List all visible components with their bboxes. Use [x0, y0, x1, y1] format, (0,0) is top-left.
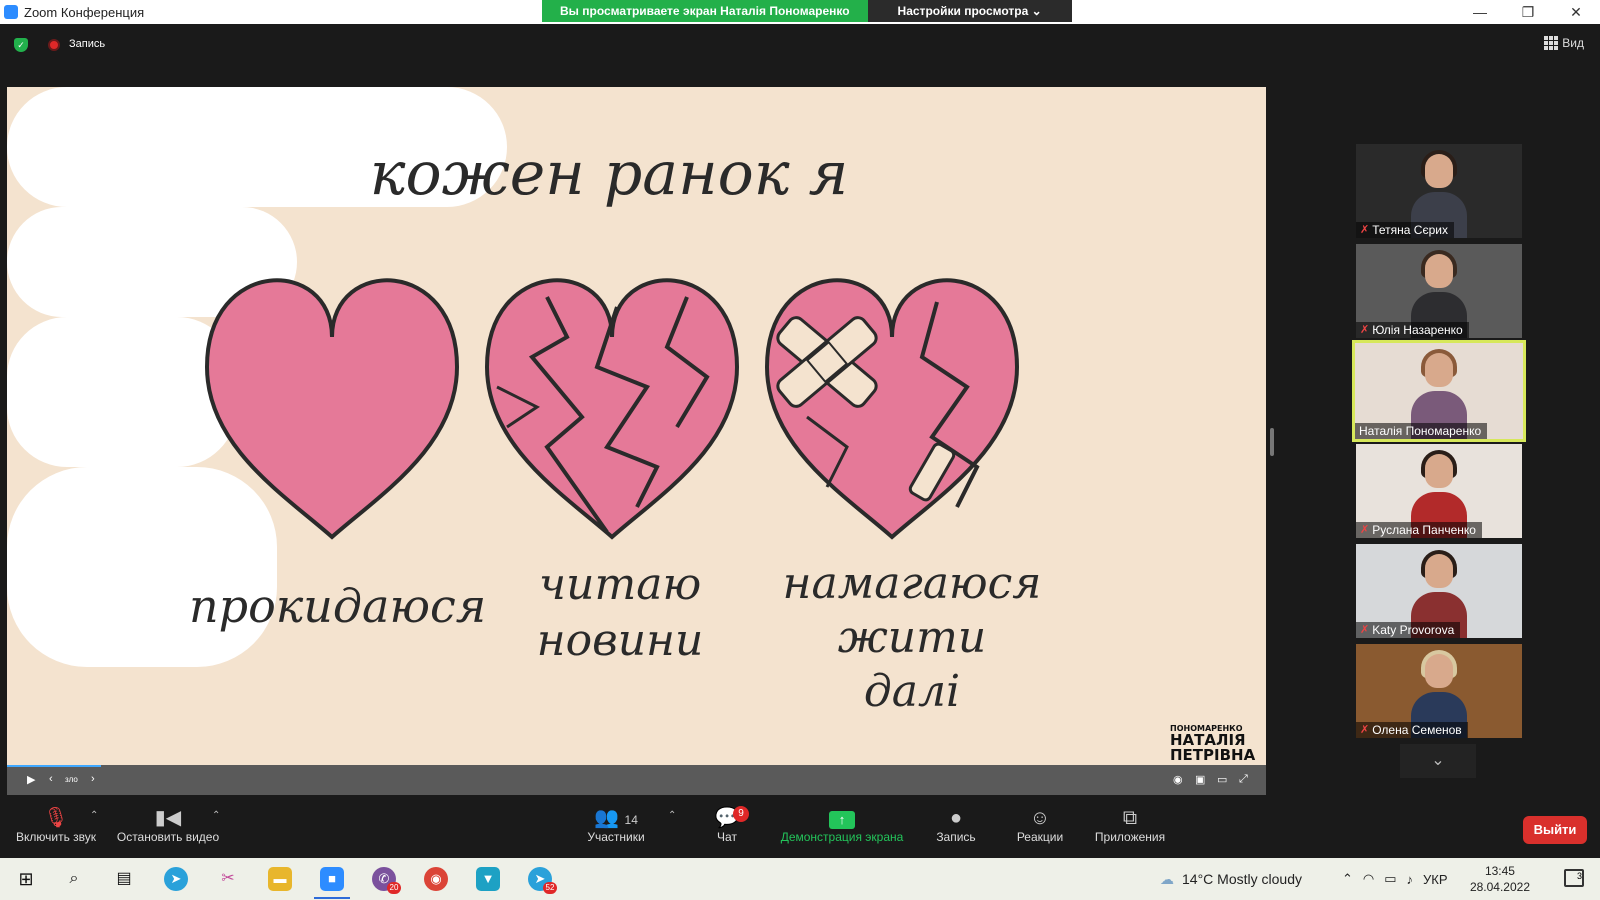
telegram-second-icon[interactable]: ➤ 52 [528, 867, 557, 894]
cloud-icon: ☁ [1160, 870, 1174, 887]
patched-heart [764, 278, 1020, 540]
participant-name: Katy Provorova [1372, 623, 1455, 637]
viber-icon[interactable]: ✆ 20 [372, 867, 401, 894]
share-screen-button[interactable]: ↑ Демонстрация экрана [772, 806, 912, 844]
prev-icon[interactable]: ‹ [49, 773, 53, 785]
whole-heart [204, 278, 460, 540]
reactions-icon: ☺ [1029, 807, 1051, 829]
shared-screen-slide: кожен ранок я прокидаюся читаю новини на… [7, 87, 1266, 765]
chrome-icon[interactable]: ◉ [424, 867, 448, 891]
participants-icon: 👥 [594, 807, 619, 829]
viber-badge: 20 [387, 882, 401, 894]
caption-2: читаю новини [536, 559, 704, 666]
player-progress-bar[interactable] [7, 765, 102, 767]
mic-muted-icon: ✗ [1360, 224, 1370, 236]
record-button[interactable]: ● Запись [930, 806, 982, 844]
meeting-toolbar: 🎙 Включить звук ⌃ ▮◀ Остановить видео ⌃ … [0, 796, 1600, 858]
recording-indicator-icon [48, 39, 60, 51]
apps-button[interactable]: ⧉ Приложения [1090, 806, 1170, 844]
participant-tile[interactable]: ✗ Олена Семенов [1356, 644, 1522, 738]
participant-name: Олена Семенов [1372, 723, 1462, 737]
participant-tile[interactable]: ✗ Юлія Назаренко [1356, 244, 1522, 338]
participant-name: Тетяна Сєрих [1372, 223, 1448, 237]
view-settings-dropdown[interactable]: Настройки просмотра ⌄ [867, 0, 1072, 22]
caption-3: намагаюся жити далі [782, 558, 1042, 717]
security-shield-icon[interactable]: ✓ [14, 38, 28, 52]
windows-start-icon[interactable]: ⊞ [14, 867, 38, 891]
participants-count: 14 [624, 813, 638, 827]
close-button[interactable]: ✕ [1552, 0, 1600, 24]
zoom-taskbar-icon[interactable]: ■ [314, 867, 350, 899]
splitter-handle[interactable] [1270, 428, 1274, 456]
grid-icon [1544, 36, 1559, 50]
audio-options-chevron-icon[interactable]: ⌃ [90, 810, 98, 821]
reactions-button[interactable]: ☺ Реакции [1006, 806, 1074, 844]
participant-tile-active[interactable]: Наталія Пономаренко [1352, 340, 1526, 442]
restore-button[interactable]: ❐ [1504, 0, 1552, 24]
caption-1: прокидаюся [189, 579, 487, 633]
input-language[interactable]: УКР [1423, 872, 1448, 887]
mic-muted-icon: 🎙 [43, 807, 69, 829]
next-icon[interactable]: › [91, 773, 95, 785]
video-options-chevron-icon[interactable]: ⌃ [212, 810, 220, 821]
video-camera-icon: ▮◀ [154, 807, 182, 829]
volume-icon[interactable]: ♪ [1407, 872, 1414, 887]
task-view-icon[interactable]: ▤ [112, 867, 136, 891]
snipping-tool-icon[interactable]: ✂ [216, 867, 240, 891]
search-icon[interactable]: ⌕ [62, 867, 86, 891]
participants-button[interactable]: 👥 14 Участники [580, 806, 652, 844]
battery-icon[interactable]: ▭ [1384, 871, 1396, 887]
mic-muted-icon: ✗ [1360, 624, 1370, 636]
screen-share-banner: Вы просматриваете экран Наталія Пономаре… [542, 0, 1072, 22]
play-icon[interactable]: ▶ [27, 773, 35, 786]
window-title: Zoom Конференция [24, 4, 145, 20]
fullscreen-icon[interactable]: ⤢ [1239, 773, 1248, 786]
mic-muted-icon: ✗ [1360, 724, 1370, 736]
weather-widget[interactable]: ☁ 14°C Mostly cloudy [1160, 858, 1302, 900]
meeting-topbar: ✓ Запись Вид [0, 24, 1600, 64]
vpn-shield-icon[interactable]: ▼ [476, 867, 500, 891]
record-icon: ● [949, 807, 963, 829]
telegram-icon[interactable]: ➤ [164, 867, 188, 891]
share-screen-icon: ↑ [829, 811, 855, 829]
participant-tile[interactable]: ✗ Тетяна Сєрих [1356, 144, 1522, 238]
recording-label: Запись [69, 38, 106, 50]
player-time: зло [65, 775, 78, 784]
file-explorer-icon[interactable]: ▬ [268, 867, 292, 891]
unmute-button[interactable]: 🎙 Включить звук [10, 806, 102, 844]
participant-name: Юлія Назаренко [1372, 323, 1463, 337]
windows-taskbar: ⊞ ⌕ ▤ ➤ ✂ ▬ ■ ✆ 20 ◉ ▼ ➤ 52 ☁ 14°C Mostly … [0, 858, 1600, 900]
participants-chevron-icon[interactable]: ⌃ [668, 810, 676, 821]
view-label: Вид [1562, 36, 1584, 50]
pip-icon[interactable]: ▣ [1195, 773, 1205, 786]
tray-expand-chevron-icon[interactable]: ⌃ [1342, 871, 1353, 887]
telegram-badge: 52 [543, 882, 557, 894]
participant-name: Руслана Панченко [1372, 523, 1476, 537]
audio-icon[interactable]: ◉ [1173, 773, 1183, 786]
captions-icon[interactable]: ▭ [1217, 773, 1227, 786]
apps-icon: ⧉ [1122, 807, 1138, 829]
participant-tile[interactable]: ✗ Katy Provorova [1356, 544, 1522, 638]
window-controls: — ❐ ✕ [1456, 0, 1600, 24]
avatar [1411, 349, 1467, 439]
author-signature: ПОНОМАРЕНКО НАТАЛІЯ ПЕТРІВНА [1170, 724, 1256, 764]
minimize-button[interactable]: — [1456, 0, 1504, 24]
system-clock[interactable]: 13:45 28.04.2022 [1470, 863, 1530, 895]
wifi-icon[interactable]: ◠ [1363, 871, 1374, 887]
view-button[interactable]: Вид [1544, 36, 1584, 50]
gallery-scroll-down-button[interactable]: ⌄ [1400, 744, 1476, 778]
participant-tile[interactable]: ✗ Руслана Панченко [1356, 444, 1522, 538]
system-tray: ⌃ ◠ ▭ ♪ УКР [1342, 858, 1448, 900]
mic-muted-icon: ✗ [1360, 524, 1370, 536]
video-player-bar: ▶ ‹ зло › ◉ ▣ ▭ ⤢ [7, 765, 1266, 795]
leave-meeting-button[interactable]: Выйти [1523, 816, 1587, 844]
participant-name: Наталія Пономаренко [1359, 424, 1482, 438]
zoom-app-icon [4, 5, 18, 19]
stop-video-button[interactable]: ▮◀ Остановить видео [112, 806, 224, 844]
notifications-icon[interactable]: 3 [1564, 869, 1584, 887]
chat-unread-badge: 9 [733, 806, 749, 822]
mic-muted-icon: ✗ [1360, 324, 1370, 336]
viewing-screen-label: Вы просматриваете экран Наталія Пономаре… [542, 0, 868, 22]
